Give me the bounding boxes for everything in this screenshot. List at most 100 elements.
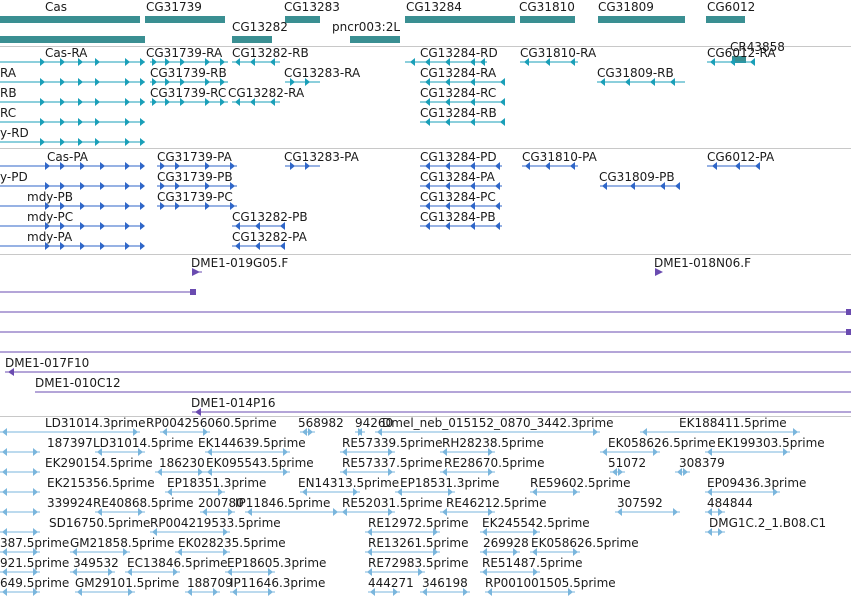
transcripts-feature-exon[interactable] (140, 58, 145, 66)
transcripts-feature-exon[interactable] (95, 118, 100, 126)
est-feature-end[interactable] (33, 448, 38, 456)
feature-label: RE40868.5prime (93, 496, 194, 510)
feature-label: CG13283-RA (284, 66, 361, 80)
transcripts-feature-exon[interactable] (60, 118, 65, 126)
transcripts-feature-exon[interactable] (95, 138, 100, 146)
est-feature-end[interactable] (2, 508, 7, 516)
transcripts-feature-exon[interactable] (78, 78, 83, 86)
feature-label: 307592 (617, 496, 663, 510)
transcripts-feature-exon[interactable] (60, 98, 65, 106)
transcripts-feature-exon[interactable] (40, 78, 45, 86)
proteins-feature-exon[interactable] (675, 182, 680, 190)
feature-label: IP11846.5prime (235, 496, 331, 510)
proteins-feature-exon[interactable] (80, 222, 85, 230)
est-feature-end[interactable] (2, 488, 7, 496)
transcripts-feature-exon[interactable] (140, 118, 145, 126)
proteins-feature-exon[interactable] (80, 242, 85, 250)
est-feature-end[interactable] (602, 448, 607, 456)
transcripts-feature-exon[interactable] (500, 98, 505, 106)
feature-label: EK058626.5prime (608, 436, 716, 450)
clones-feature-end[interactable] (846, 329, 851, 335)
est-feature-end[interactable] (673, 508, 678, 516)
clones-feature-end[interactable] (846, 309, 851, 315)
feature-label: Cas (45, 0, 67, 14)
est-feature-end[interactable] (642, 428, 647, 436)
proteins-feature-exon[interactable] (125, 242, 130, 250)
genes-feature-bar[interactable] (598, 16, 685, 23)
proteins-feature-exon[interactable] (125, 162, 130, 170)
genes-feature-bar[interactable] (145, 16, 225, 23)
genes-feature-bar[interactable] (0, 16, 140, 23)
proteins-feature-exon[interactable] (495, 222, 500, 230)
transcripts-feature-exon[interactable] (140, 98, 145, 106)
proteins-feature-exon[interactable] (140, 242, 145, 250)
transcripts-feature-exon[interactable] (140, 78, 145, 86)
genes-feature-bar[interactable] (350, 36, 400, 43)
feature-label: EP18605.3prime (227, 556, 327, 570)
transcripts-feature-exon[interactable] (40, 118, 45, 126)
transcripts-feature-exon[interactable] (40, 98, 45, 106)
transcripts-feature-exon[interactable] (40, 138, 45, 146)
est-feature-end[interactable] (2, 448, 7, 456)
proteins-feature-exon[interactable] (495, 182, 500, 190)
feature-label: CG13282-RA (228, 86, 305, 100)
clones-feature-end[interactable] (190, 289, 196, 295)
feature-label: CG13283-PA (284, 150, 359, 164)
proteins-feature-exon[interactable] (80, 202, 85, 210)
proteins-feature-exon[interactable] (125, 222, 130, 230)
est-feature-end[interactable] (2, 528, 7, 536)
genes-feature-bar[interactable] (706, 16, 745, 23)
feature-label: 269928 (483, 536, 529, 550)
est-feature-end[interactable] (33, 508, 38, 516)
transcripts-feature-exon[interactable] (500, 78, 505, 86)
feature-label: RE12972.5prime (368, 516, 469, 530)
feature-label: CG13282-PB (232, 210, 308, 224)
est-feature-end[interactable] (2, 468, 7, 476)
proteins-feature-exon[interactable] (100, 162, 105, 170)
proteins-feature-exon[interactable] (140, 202, 145, 210)
est-feature-end[interactable] (2, 428, 7, 436)
transcripts-feature-exon[interactable] (78, 98, 83, 106)
transcripts-feature-exon[interactable] (95, 78, 100, 86)
feature-label: SD16750.5prime (49, 516, 151, 530)
transcripts-feature-exon[interactable] (125, 98, 130, 106)
transcripts-feature-exon[interactable] (125, 138, 130, 146)
est-feature-end[interactable] (33, 528, 38, 536)
transcripts-feature-exon[interactable] (60, 138, 65, 146)
proteins-feature-exon[interactable] (100, 242, 105, 250)
est-feature-end[interactable] (333, 508, 338, 516)
transcripts-feature-exon[interactable] (125, 118, 130, 126)
est-feature-end[interactable] (33, 488, 38, 496)
proteins-feature-exon[interactable] (140, 222, 145, 230)
proteins-feature-exon[interactable] (140, 182, 145, 190)
proteins-feature-exon[interactable] (100, 222, 105, 230)
transcripts-feature-exon[interactable] (140, 138, 145, 146)
transcripts-feature-exon[interactable] (78, 118, 83, 126)
proteins-feature-exon[interactable] (125, 182, 130, 190)
est-feature-end[interactable] (33, 468, 38, 476)
genes-feature-bar[interactable] (520, 16, 575, 23)
transcripts-feature-exon[interactable] (95, 58, 100, 66)
transcripts-feature-exon[interactable] (410, 58, 415, 66)
proteins-feature-exon[interactable] (80, 182, 85, 190)
proteins-feature-exon[interactable] (140, 162, 145, 170)
genes-feature-bar[interactable] (285, 16, 320, 23)
transcripts-feature-exon[interactable] (78, 138, 83, 146)
transcripts-feature-exon[interactable] (95, 98, 100, 106)
transcripts-feature-exon[interactable] (125, 78, 130, 86)
genes-feature-bar[interactable] (0, 36, 145, 43)
transcripts-feature-exon[interactable] (125, 58, 130, 66)
genes-feature-bar[interactable] (232, 36, 272, 43)
feature-label: DME1-017F10 (5, 356, 90, 370)
proteins-feature-exon[interactable] (100, 182, 105, 190)
feature-label: CG13284-PD (420, 150, 497, 164)
transcripts-feature-exon[interactable] (60, 78, 65, 86)
transcripts-feature-exon[interactable] (500, 118, 505, 126)
proteins-feature-exon[interactable] (45, 182, 50, 190)
feature-label: 649.5prime (0, 576, 70, 590)
proteins-feature-exon[interactable] (100, 202, 105, 210)
est-feature-end[interactable] (793, 428, 798, 436)
proteins-feature-exon[interactable] (60, 182, 65, 190)
proteins-feature-exon[interactable] (125, 202, 130, 210)
genes-feature-bar[interactable] (405, 16, 515, 23)
